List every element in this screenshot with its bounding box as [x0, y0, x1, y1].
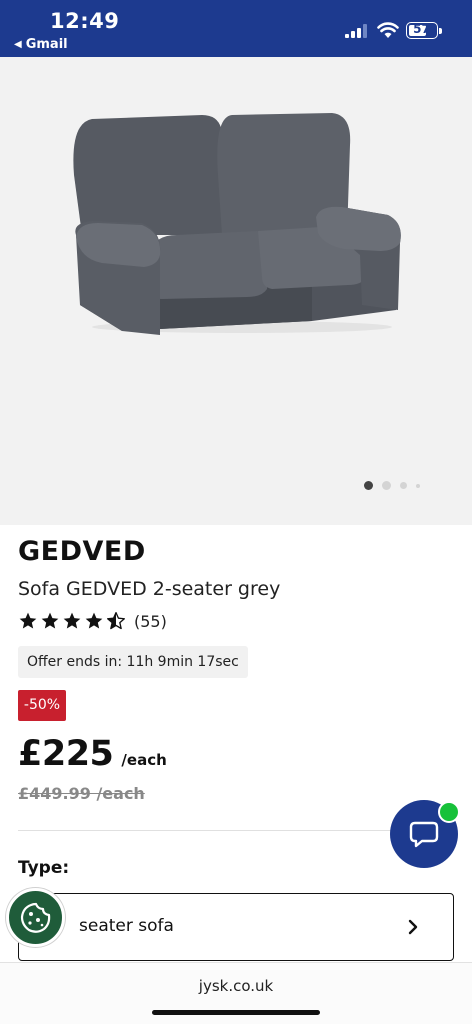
gallery-pagination[interactable] — [364, 481, 420, 490]
product-gallery[interactable] — [0, 57, 472, 525]
cookie-icon — [20, 902, 50, 933]
chat-icon — [409, 821, 439, 848]
status-bar: 12:49 ◀ Gmail 57 — [0, 0, 472, 57]
review-count[interactable]: (55) — [134, 612, 167, 631]
star-half-icon — [107, 612, 126, 630]
url-text[interactable]: jysk.co.uk — [0, 977, 472, 995]
back-to-app-link[interactable]: ◀ Gmail — [14, 37, 68, 52]
offer-countdown: Offer ends in: 11h 9min 17sec — [18, 646, 248, 678]
star-filled-icon — [85, 612, 103, 629]
signal-icon — [345, 24, 367, 38]
cookie-settings-button[interactable] — [6, 888, 65, 947]
sofa-image — [73, 113, 401, 335]
discount-badge: -50% — [18, 690, 66, 721]
chevron-right-icon — [408, 919, 418, 935]
type-value: seater sofa — [79, 916, 174, 936]
status-time: 12:49 — [50, 9, 120, 33]
gallery-dot[interactable] — [364, 481, 373, 490]
old-price: £449.99 /each — [18, 784, 145, 803]
type-selector[interactable]: seater sofa — [18, 893, 454, 961]
gallery-dot[interactable] — [416, 483, 420, 488]
browser-url-bar[interactable]: jysk.co.uk — [0, 962, 472, 1024]
back-app-label: Gmail — [25, 37, 68, 52]
home-indicator[interactable] — [152, 1010, 320, 1015]
star-filled-icon — [19, 612, 37, 629]
star-filled-icon — [41, 612, 59, 629]
type-label: Type: — [18, 858, 70, 878]
gallery-dot[interactable] — [382, 481, 391, 490]
back-arrow-icon: ◀ — [14, 39, 22, 50]
price: £225 /each — [18, 734, 167, 774]
product-brand: GEDVED — [18, 536, 146, 567]
price-unit: /each — [121, 751, 167, 769]
star-filled-icon — [63, 612, 81, 629]
divider — [18, 830, 454, 831]
price-value: £225 — [18, 734, 114, 774]
gallery-dot[interactable] — [400, 482, 407, 489]
battery-icon: 57 — [406, 22, 442, 39]
product-title: Sofa GEDVED 2-seater grey — [18, 578, 281, 600]
online-status-indicator — [438, 801, 460, 823]
product-rating[interactable]: (55) — [18, 611, 167, 631]
wifi-icon — [377, 22, 399, 38]
battery-level: 57 — [413, 22, 430, 36]
rating-stars — [18, 611, 126, 631]
